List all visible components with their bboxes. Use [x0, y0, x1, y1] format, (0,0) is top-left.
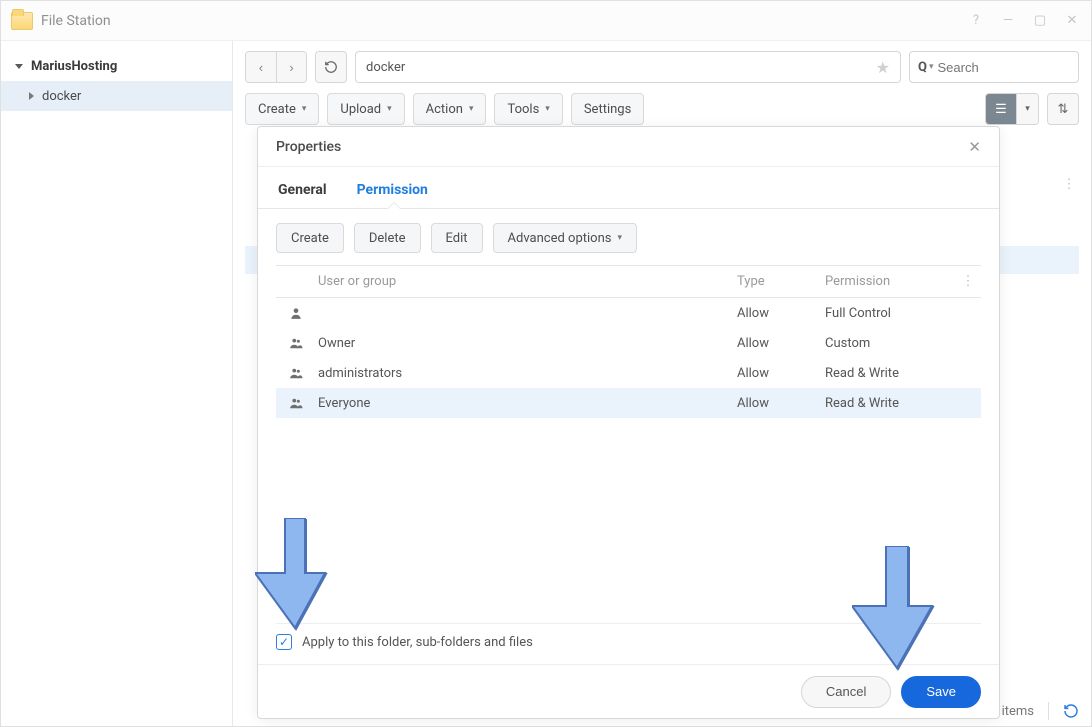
table-row[interactable]: AllowFull Control [276, 298, 981, 328]
perm-create-button[interactable]: Create [276, 223, 344, 253]
perm-delete-button[interactable]: Delete [354, 223, 421, 253]
tools-button[interactable]: Tools▾ [494, 93, 562, 125]
status-bar: items [1002, 702, 1079, 720]
apply-label: Apply to this folder, sub-folders and fi… [302, 635, 533, 650]
annotation-arrow-left [255, 518, 335, 642]
col-header-type: Type [737, 274, 825, 289]
help-icon[interactable]: ? [967, 12, 985, 30]
tree-item-docker[interactable]: docker [1, 81, 232, 111]
annotation-arrow-right [852, 546, 942, 680]
save-button[interactable]: Save [901, 676, 981, 708]
row-permission: Custom [825, 336, 955, 351]
create-button[interactable]: Create▾ [245, 93, 319, 125]
row-type: Allow [737, 396, 825, 411]
row-permission: Full Control [825, 306, 955, 321]
caret-down-icon [15, 64, 23, 69]
refresh-button[interactable] [315, 51, 347, 83]
upload-button[interactable]: Upload▾ [327, 93, 404, 125]
row-name: Owner [316, 336, 737, 351]
tree-item-label: docker [42, 89, 81, 104]
nav-forward-button[interactable]: › [276, 52, 306, 82]
close-icon[interactable]: ✕ [1063, 12, 1081, 30]
titlebar: File Station ? — ▢ ✕ [1, 1, 1091, 41]
view-dropdown-button[interactable]: ▾ [1016, 94, 1038, 124]
row-type: Allow [737, 336, 825, 351]
tree-root-label: MariusHosting [31, 59, 117, 74]
perm-edit-button[interactable]: Edit [431, 223, 483, 253]
maximize-icon[interactable]: ▢ [1031, 12, 1049, 30]
sidebar: MariusHosting docker [1, 41, 233, 726]
table-row[interactable]: OwnerAllowCustom [276, 328, 981, 358]
col-header-permission: Permission [825, 274, 955, 289]
nav-back-button[interactable]: ‹ [246, 52, 276, 82]
path-input[interactable]: docker ★ [355, 51, 901, 83]
chevron-down-icon: ▾ [929, 62, 934, 72]
row-name: administrators [316, 366, 737, 381]
view-list-button[interactable]: ☰ [986, 94, 1016, 124]
user-icon [276, 306, 316, 320]
refresh-icon[interactable] [1063, 703, 1079, 719]
col-header-user: User or group [316, 274, 737, 289]
app-folder-icon [11, 12, 33, 30]
row-permission: Read & Write [825, 396, 955, 411]
search-box[interactable]: Q▾ [909, 51, 1079, 83]
minimize-icon[interactable]: — [999, 12, 1017, 30]
group-icon [276, 366, 316, 380]
search-input[interactable] [938, 60, 1092, 75]
action-button[interactable]: Action▾ [413, 93, 487, 125]
group-icon [276, 336, 316, 350]
nav-toolbar: ‹ › docker ★ Q▾ [245, 51, 1079, 83]
table-row[interactable]: EveryoneAllowRead & Write [276, 388, 981, 418]
dialog-close-button[interactable]: ✕ [968, 138, 981, 156]
path-text: docker [366, 60, 405, 75]
sort-button[interactable]: ⇅ [1047, 93, 1079, 125]
search-icon: Q [918, 60, 927, 75]
table-row[interactable]: administratorsAllowRead & Write [276, 358, 981, 388]
settings-button[interactable]: Settings [571, 93, 644, 125]
view-mode-group: ☰ ▾ [985, 93, 1039, 125]
caret-right-icon [29, 92, 34, 100]
row-type: Allow [737, 366, 825, 381]
star-icon[interactable]: ★ [876, 58, 890, 77]
items-count-label: items [1002, 704, 1034, 719]
cancel-button[interactable]: Cancel [801, 676, 891, 708]
permissions-table: User or group Type Permission ⋮ AllowFul… [276, 265, 981, 418]
col-menu-icon[interactable]: ⋮ [955, 274, 981, 289]
perm-advanced-button[interactable]: Advanced options▾ [493, 223, 637, 253]
tab-general[interactable]: General [276, 172, 337, 208]
window-title: File Station [41, 13, 111, 29]
row-name: Everyone [316, 396, 737, 411]
group-icon [276, 396, 316, 410]
tab-permission[interactable]: Permission [355, 172, 438, 208]
dialog-title: Properties [276, 139, 341, 155]
action-toolbar: Create▾ Upload▾ Action▾ Tools▾ Settings … [245, 93, 1079, 125]
row-type: Allow [737, 306, 825, 321]
columns-menu-icon[interactable]: ⋮ [1059, 177, 1079, 192]
row-permission: Read & Write [825, 366, 955, 381]
tree-root[interactable]: MariusHosting [1, 51, 232, 81]
